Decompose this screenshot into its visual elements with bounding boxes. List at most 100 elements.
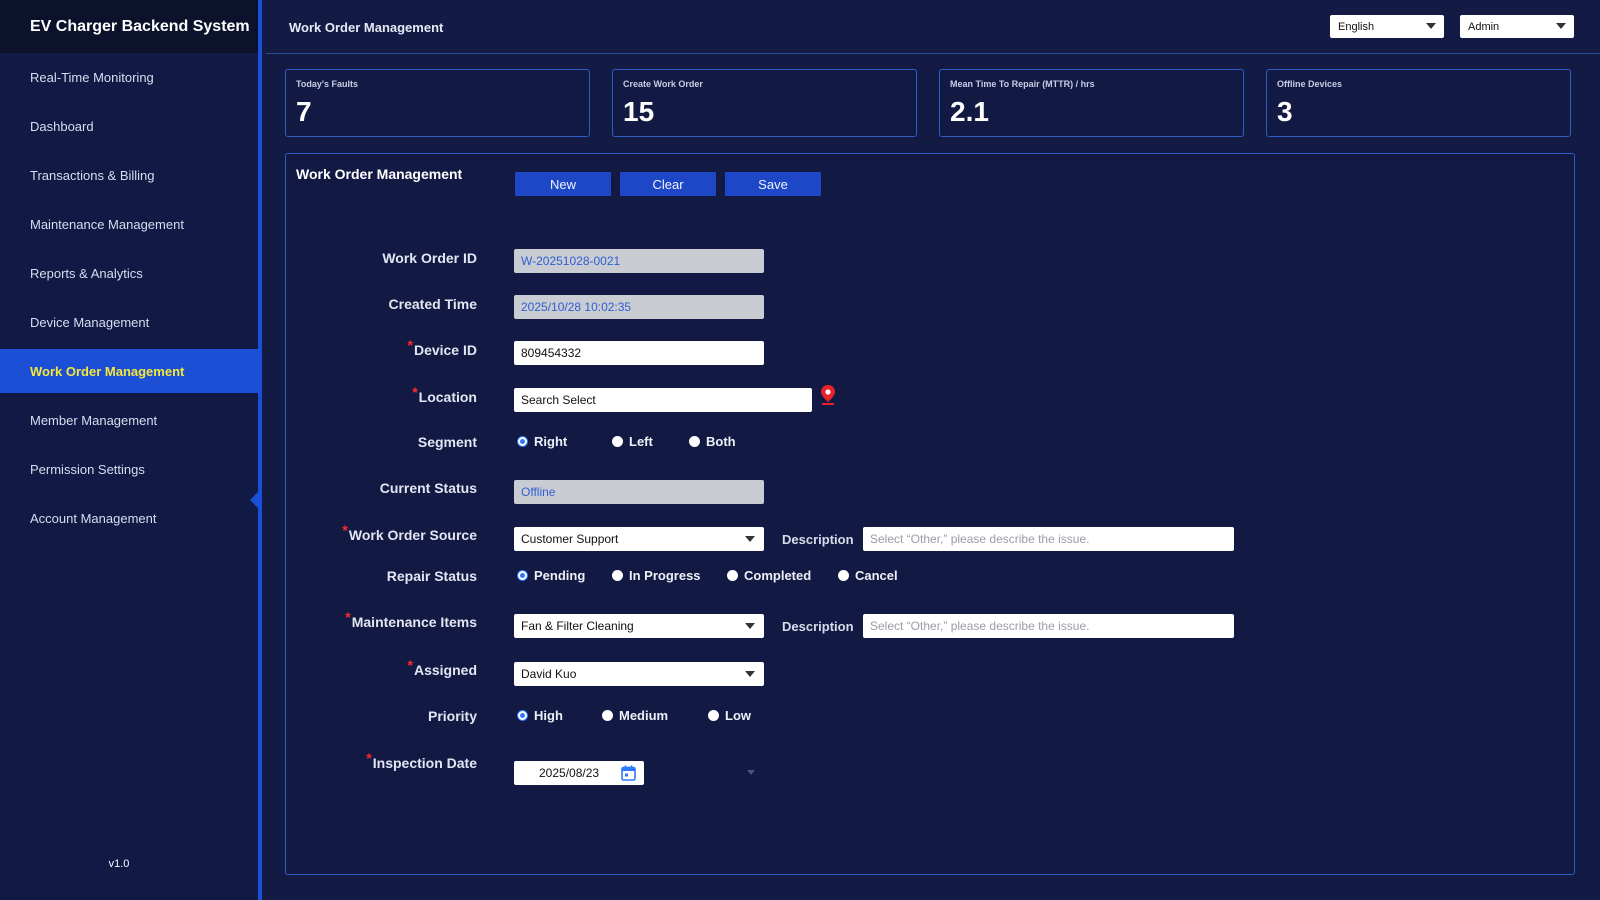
radio-icon <box>838 570 849 581</box>
repair-status-radio-completed[interactable]: Completed <box>727 568 811 583</box>
map-pin-icon[interactable] <box>821 385 835 405</box>
maintenance-items-select[interactable]: Fan & Filter Cleaning <box>514 614 764 638</box>
kpi-label: Create Work Order <box>623 79 703 89</box>
kpi-card-todays-faults: Today's Faults 7 <box>285 69 590 137</box>
inspection-date-label: *Inspection Date <box>366 750 477 771</box>
inspection-date-input[interactable]: 2025/08/23 <box>514 761 644 785</box>
language-select[interactable]: English <box>1330 15 1444 38</box>
kpi-value: 2.1 <box>950 96 989 127</box>
chevron-down-icon <box>745 623 755 629</box>
location-label: *Location <box>412 384 477 405</box>
current-status-label: Current Status <box>379 480 477 496</box>
radio-selected-icon <box>517 436 528 447</box>
kpi-card-mttr: Mean Time To Repair (MTTR) / hrs 2.1 <box>939 69 1244 137</box>
kpi-label: Today's Faults <box>296 79 358 89</box>
page-title: Work Order Management <box>289 20 444 35</box>
kpi-card-create-work-order: Create Work Order 15 <box>612 69 917 137</box>
repair-status-radio-in-progress[interactable]: In Progress <box>612 568 701 583</box>
user-select[interactable]: Admin <box>1460 15 1574 38</box>
sidebar-item-work-order-management[interactable]: Work Order Management <box>0 349 258 393</box>
chevron-down-icon[interactable] <box>747 770 755 775</box>
version-label: v1.0 <box>108 858 130 870</box>
chevron-down-icon <box>1556 23 1566 29</box>
work-order-panel: Work Order Management New Clear Save Wor… <box>285 153 1575 875</box>
required-marker: * <box>412 384 418 400</box>
location-search-select[interactable]: Search Select <box>514 388 812 412</box>
kpi-value: 7 <box>296 96 312 127</box>
repair-status-radio-pending[interactable]: Pending <box>517 568 585 583</box>
language-select-value: English <box>1338 20 1375 33</box>
maintenance-description-label: Description <box>782 619 854 634</box>
radio-icon <box>602 710 613 721</box>
maintenance-description-input[interactable]: Select “Other,” please describe the issu… <box>863 614 1234 638</box>
user-select-value: Admin <box>1468 20 1500 33</box>
work-order-source-select[interactable]: Customer Support <box>514 527 764 551</box>
kpi-value: 3 <box>1277 96 1293 127</box>
required-marker: * <box>345 609 351 625</box>
sidebar-item-member-management[interactable]: Member Management <box>0 396 258 445</box>
device-id-label: *Device ID <box>407 337 478 358</box>
required-marker: * <box>407 337 413 353</box>
source-description-input[interactable]: Select “Other,” please describe the issu… <box>863 527 1234 551</box>
sidebar: EV Charger Backend System Real-Time Moni… <box>0 0 262 900</box>
required-marker: * <box>366 750 372 766</box>
sidebar-item-transactions-billing[interactable]: Transactions & Billing <box>0 151 258 200</box>
priority-label: Priority <box>427 708 477 724</box>
sidebar-item-dashboard[interactable]: Dashboard <box>0 102 258 151</box>
kpi-card-offline-devices: Offline Devices 3 <box>1266 69 1571 137</box>
chevron-down-icon <box>1426 23 1436 29</box>
source-description-label: Description <box>782 532 854 547</box>
priority-radio-medium[interactable]: Medium <box>602 708 668 723</box>
clear-button[interactable]: Clear <box>620 172 716 196</box>
chevron-down-icon <box>745 536 755 542</box>
save-button[interactable]: Save <box>725 172 821 196</box>
priority-radio-low[interactable]: Low <box>708 708 751 723</box>
maintenance-items-label: *Maintenance Items <box>345 609 477 630</box>
work-order-id-label: Work Order ID <box>382 250 477 266</box>
created-time-label: Created Time <box>388 296 477 312</box>
repair-status-radio-cancel[interactable]: Cancel <box>838 568 898 583</box>
work-order-source-label: *Work Order Source <box>342 522 477 543</box>
kpi-label: Offline Devices <box>1277 79 1343 89</box>
panel-title: Work Order Management <box>296 166 463 182</box>
device-id-input[interactable]: 809454332 <box>514 341 764 365</box>
app-title: EV Charger Backend System <box>0 0 258 53</box>
assigned-label: *Assigned <box>407 657 477 678</box>
segment-radio-right[interactable]: Right <box>517 434 567 449</box>
radio-selected-icon <box>517 570 528 581</box>
kpi-value: 15 <box>623 96 655 127</box>
sidebar-item-maintenance-management[interactable]: Maintenance Management <box>0 200 258 249</box>
sidebar-item-real-time-monitoring[interactable]: Real-Time Monitoring <box>0 53 258 102</box>
current-status-field: Offline <box>514 480 764 504</box>
work-order-id-field: W-20251028-0021 <box>514 249 764 273</box>
maintenance-items-value: Fan & Filter Cleaning <box>521 619 634 633</box>
sidebar-item-reports-analytics[interactable]: Reports & Analytics <box>0 249 258 298</box>
radio-icon <box>612 570 623 581</box>
inspection-date-value: 2025/08/23 <box>539 766 600 780</box>
sidebar-item-permission-settings[interactable]: Permission Settings <box>0 445 258 494</box>
required-marker: * <box>407 657 413 673</box>
radio-icon <box>708 710 719 721</box>
created-time-field: 2025/10/28 10:02:35 <box>514 295 764 319</box>
radio-icon <box>612 436 623 447</box>
kpi-label: Mean Time To Repair (MTTR) / hrs <box>950 79 1095 89</box>
work-order-source-value: Customer Support <box>521 532 619 546</box>
priority-radio-high[interactable]: High <box>517 708 563 723</box>
chevron-down-icon <box>745 671 755 677</box>
calendar-icon[interactable] <box>621 765 636 781</box>
sidebar-item-account-management[interactable]: Account Management <box>0 494 258 543</box>
radio-icon <box>689 436 700 447</box>
repair-status-label: Repair Status <box>386 568 477 584</box>
new-button[interactable]: New <box>515 172 611 196</box>
segment-label: Segment <box>417 434 477 450</box>
segment-radio-both[interactable]: Both <box>689 434 736 449</box>
sidebar-collapse-handle[interactable] <box>250 488 262 512</box>
sidebar-item-device-management[interactable]: Device Management <box>0 298 258 347</box>
assigned-select[interactable]: David Kuo <box>514 662 764 686</box>
radio-icon <box>727 570 738 581</box>
segment-radio-left[interactable]: Left <box>612 434 653 449</box>
radio-selected-icon <box>517 710 528 721</box>
assigned-value: David Kuo <box>521 667 577 681</box>
top-bar: Work Order Management English Admin <box>266 0 1600 54</box>
required-marker: * <box>342 522 348 538</box>
